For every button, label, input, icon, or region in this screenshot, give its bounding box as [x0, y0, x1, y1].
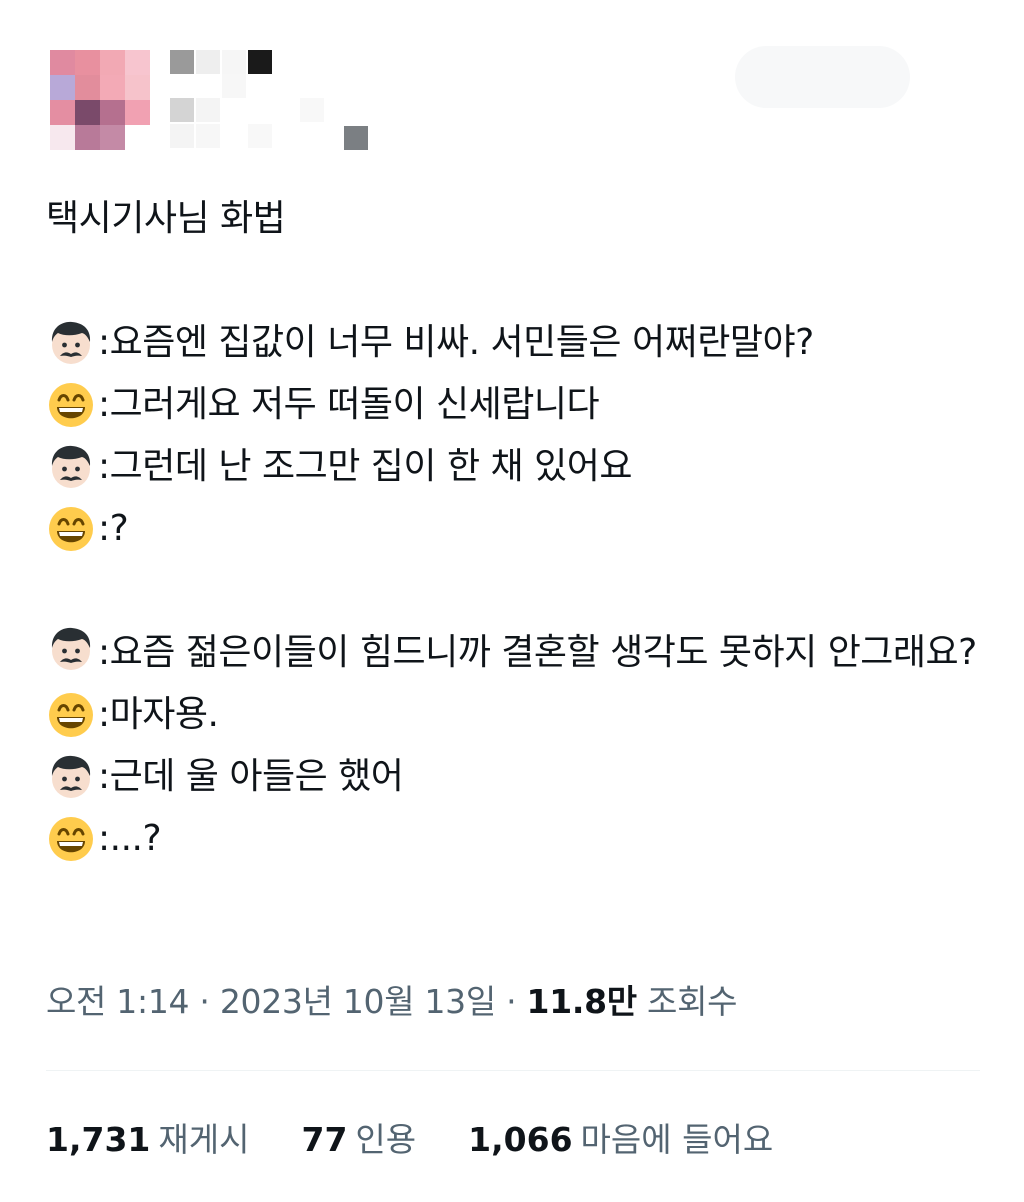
dialogue-text: :요즘 젊은이들이 힘드니까 결혼할 생각도 못하지 안그래요? [98, 632, 977, 673]
dialogue-line: :근데 울 아들은 했어 [46, 746, 986, 808]
dialogue-text: :근데 울 아들은 했어 [98, 756, 404, 797]
likes-label: 마음에 들어요 [580, 1120, 774, 1159]
quotes-count: 77 [301, 1120, 348, 1159]
grinning-face-icon [46, 690, 96, 740]
man-with-mustache-icon [46, 752, 96, 802]
dialogue-line: :요즘 젊은이들이 힘드니까 결혼할 생각도 못하지 안그래요? [46, 622, 986, 684]
dialogue-text: :그러게요 저두 떠돌이 신세랍니다 [98, 384, 600, 425]
quotes-label: 인용 [355, 1120, 417, 1159]
man-with-mustache-icon [46, 318, 96, 368]
author-avatar[interactable] [50, 50, 150, 150]
reposts-label: 재게시 [158, 1120, 250, 1159]
dialogue-text: :...? [98, 818, 162, 859]
tweet-title: 택시기사님 화법 [46, 198, 286, 239]
dialogue-line: :? [46, 498, 986, 560]
dialogue-text: :? [98, 508, 129, 549]
views-count: 11.8만 [526, 982, 638, 1021]
dialogue-line: :요즘엔 집값이 너무 비싸. 서민들은 어쩌란말야? [46, 312, 986, 374]
separator-dot: · [199, 982, 220, 1021]
tweet-stats: 1,731 재게시 77 인용 1,066 마음에 들어요 [46, 1113, 825, 1161]
grinning-face-icon [46, 380, 96, 430]
dialogue-text: :마자용. [98, 694, 219, 735]
man-with-mustache-icon [46, 624, 96, 674]
tweet-time[interactable]: 오전 1:14 [46, 982, 190, 1021]
reposts-count: 1,731 [46, 1120, 151, 1159]
author-name-censored[interactable] [170, 48, 370, 150]
follow-button-censored[interactable] [735, 46, 910, 108]
grinning-face-icon [46, 504, 96, 554]
likes-stat[interactable]: 1,066 마음에 들어요 [468, 1113, 773, 1161]
dialogue-line: :그러게요 저두 떠돌이 신세랍니다 [46, 374, 986, 436]
likes-count: 1,066 [468, 1120, 573, 1159]
tweet-meta: 오전 1:14 · 2023년 10월 13일 · 11.8만 조회수 [46, 975, 738, 1023]
grinning-face-icon [46, 814, 96, 864]
tweet-text: 택시기사님 화법 :요즘엔 집값이 너무 비싸. 서민들은 어쩌란말야? :그러… [46, 188, 986, 870]
quotes-stat[interactable]: 77 인용 [301, 1113, 416, 1161]
dialogue-text: :그런데 난 조그만 집이 한 채 있어요 [98, 446, 632, 487]
dialogue-line: :...? [46, 808, 986, 870]
dialogue-line: :마자용. [46, 684, 986, 746]
reposts-stat[interactable]: 1,731 재게시 [46, 1113, 249, 1161]
tweet-date[interactable]: 2023년 10월 13일 [220, 982, 496, 1021]
views-label: 조회수 [647, 982, 738, 1021]
dialogue-text: :요즘엔 집값이 너무 비싸. 서민들은 어쩌란말야? [98, 322, 814, 363]
divider [46, 1070, 980, 1071]
dialogue-line: :그런데 난 조그만 집이 한 채 있어요 [46, 436, 986, 498]
man-with-mustache-icon [46, 442, 96, 492]
separator-dot: · [506, 982, 527, 1021]
